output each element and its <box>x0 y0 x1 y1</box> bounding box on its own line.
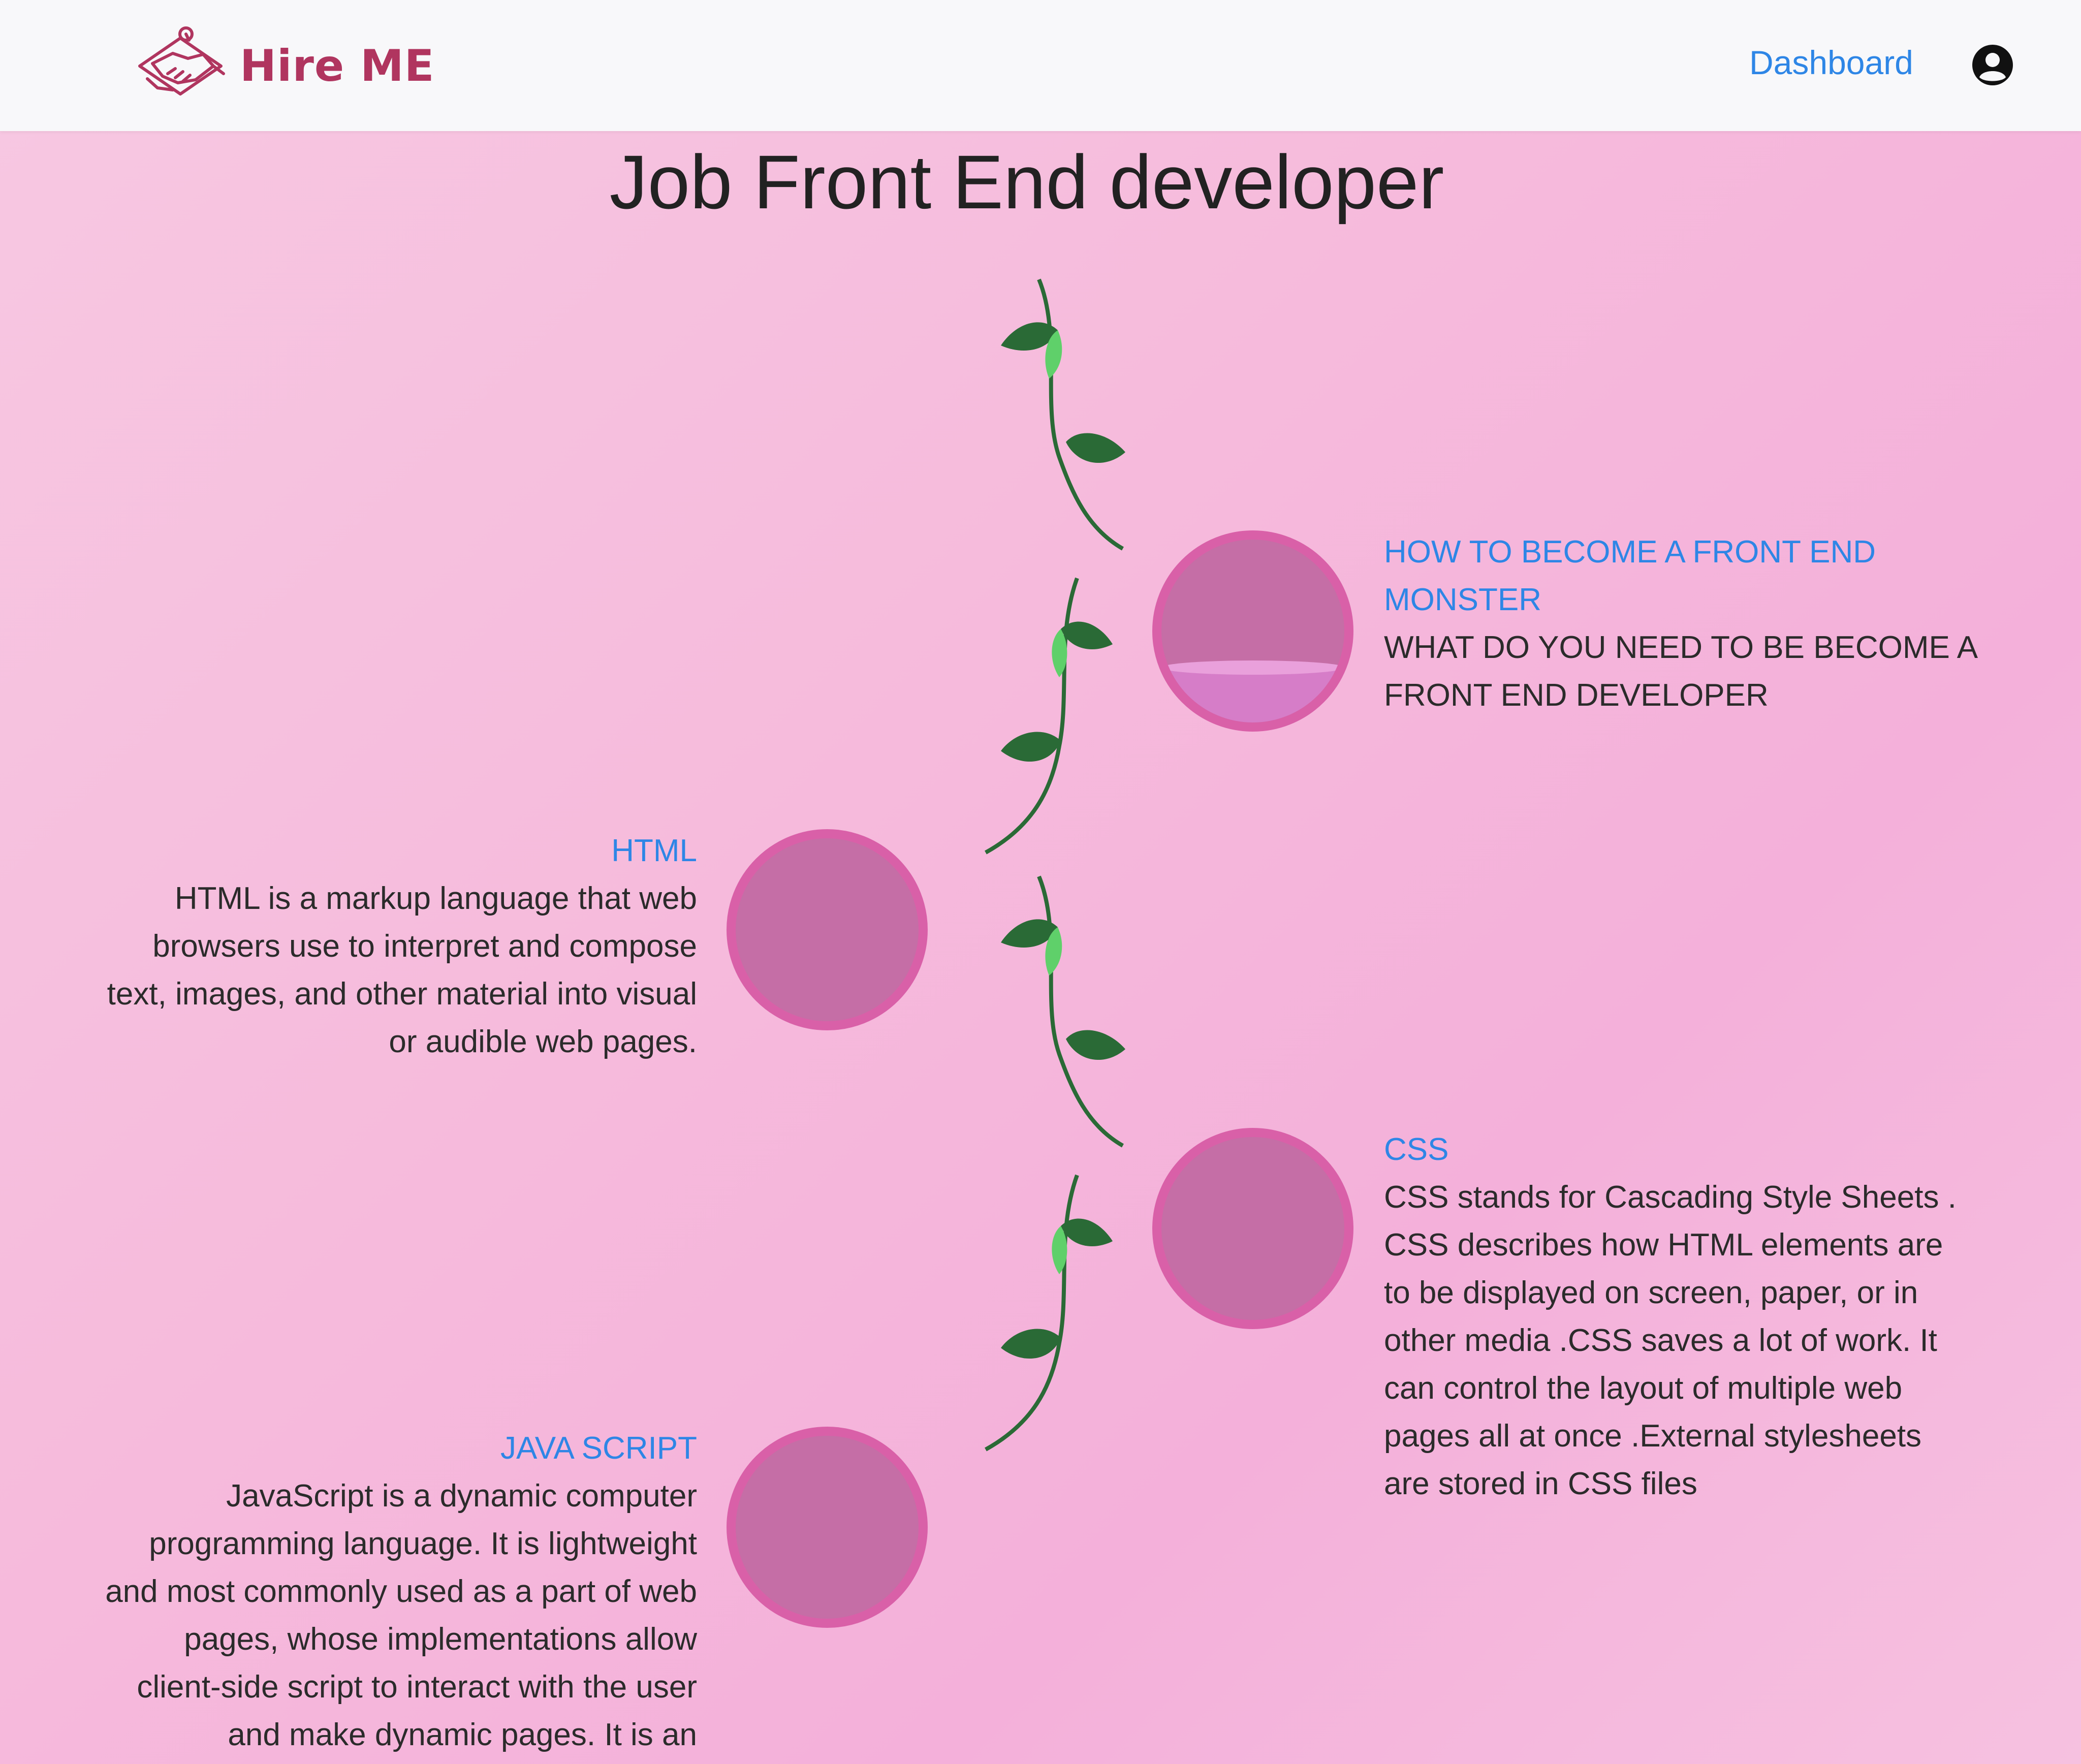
handshake-logo-icon <box>138 26 225 96</box>
vine-decoration <box>986 871 1199 1176</box>
page-title: Job Front End developer <box>609 139 1444 225</box>
node-progress-fill <box>1161 660 1344 722</box>
roadmap-item-body: JavaScript is a dynamic computer program… <box>105 1478 697 1752</box>
roadmap-item-body: CSS stands for Cascading Style Sheets . … <box>1384 1180 1957 1501</box>
roadmap-item-title[interactable]: JAVA SCRIPT <box>102 1425 697 1472</box>
roadmap-item-title[interactable]: HTML <box>91 827 697 875</box>
roadmap-node[interactable] <box>727 829 928 1030</box>
vine-decoration <box>986 274 1199 579</box>
roadmap-item: HTML HTML is a markup language that web … <box>91 827 697 1066</box>
roadmap-item: CSS CSS stands for Cascading Style Sheet… <box>1384 1126 1968 1508</box>
roadmap-item-body: WHAT DO YOU NEED TO BE BECOME A FRONT EN… <box>1384 630 1976 713</box>
user-circle-icon[interactable] <box>1971 44 2014 86</box>
navbar: Hire ME Dashboard <box>0 0 2081 131</box>
roadmap-item-title[interactable]: HOW TO BECOME A FRONT END MONSTER <box>1384 528 1983 624</box>
roadmap-node[interactable] <box>1152 1128 1353 1329</box>
roadmap-item-body: HTML is a markup language that web brows… <box>107 881 697 1059</box>
dashboard-link[interactable]: Dashboard <box>1749 43 1913 82</box>
brand-link[interactable]: Hire ME <box>127 23 434 109</box>
roadmap-item: JAVA SCRIPT JavaScript is a dynamic comp… <box>102 1425 697 1759</box>
roadmap-item-title[interactable]: CSS <box>1384 1126 1968 1174</box>
brand-name: Hire ME <box>240 41 435 91</box>
roadmap-node[interactable] <box>727 1427 928 1628</box>
roadmap-item: HOW TO BECOME A FRONT END MONSTER WHAT D… <box>1384 528 1983 719</box>
roadmap-node[interactable] <box>1152 530 1353 732</box>
